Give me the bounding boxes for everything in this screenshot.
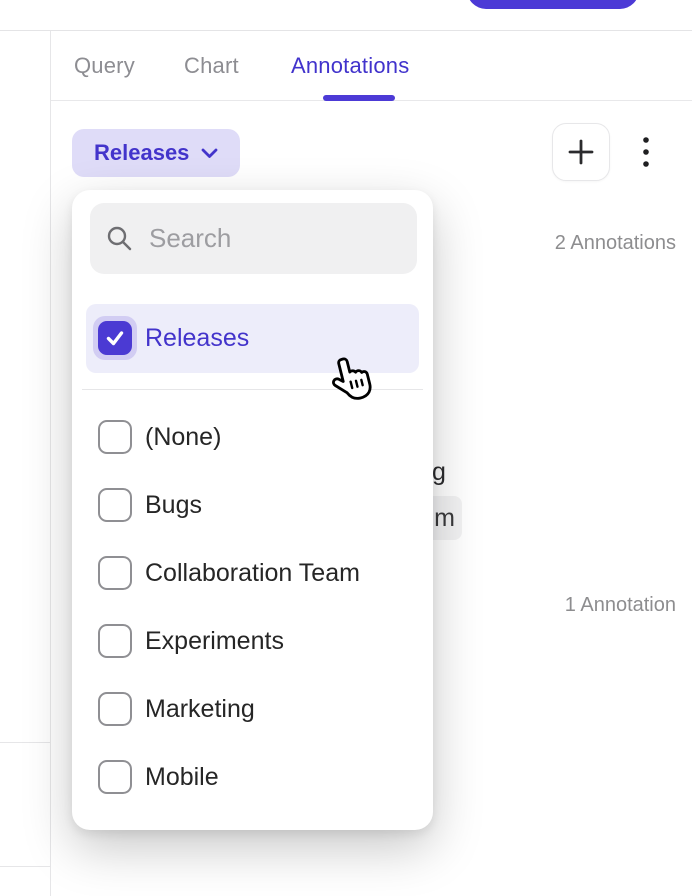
checkbox-unchecked[interactable]: [98, 556, 132, 590]
dropdown-divider: [82, 389, 423, 390]
left-rail-border: [50, 31, 51, 896]
checkmark-icon: [104, 327, 126, 349]
active-tab-indicator: [323, 95, 395, 101]
search-input[interactable]: [149, 223, 401, 254]
checkbox-unchecked[interactable]: [98, 488, 132, 522]
option-collaboration-team[interactable]: Collaboration Team: [86, 539, 419, 607]
option-bugs[interactable]: Bugs: [86, 471, 419, 539]
search-field[interactable]: [90, 203, 417, 274]
annotations-screen: Query Chart Annotations 2 Annotations 1 …: [0, 0, 692, 896]
filter-button-label: Releases: [94, 140, 189, 166]
checkbox-unchecked[interactable]: [98, 760, 132, 794]
releases-filter-button[interactable]: Releases: [72, 129, 240, 177]
clipped-background-text: g: [432, 458, 446, 487]
tab-query[interactable]: Query: [74, 31, 135, 101]
option-label: Marketing: [145, 675, 255, 743]
option-none[interactable]: (None): [86, 403, 419, 471]
tab-annotations[interactable]: Annotations: [291, 31, 409, 101]
option-label: Experiments: [145, 607, 284, 675]
checkbox-unchecked[interactable]: [98, 692, 132, 726]
annotation-count-bottom: 1 Annotation: [565, 594, 676, 617]
checkbox-unchecked[interactable]: [98, 420, 132, 454]
releases-dropdown-panel: Releases (None) Bugs Collaboration Team …: [72, 190, 433, 830]
tab-bar: Query Chart Annotations: [51, 31, 692, 101]
option-label: Releases: [145, 304, 249, 373]
option-marketing[interactable]: Marketing: [86, 675, 419, 743]
primary-action-button[interactable]: [467, 0, 639, 9]
option-label: Collaboration Team: [145, 539, 360, 607]
checkbox-halo: [93, 316, 137, 360]
option-label: (None): [145, 403, 221, 471]
tab-chart[interactable]: Chart: [184, 31, 239, 101]
add-annotation-button[interactable]: [552, 123, 610, 181]
left-rail-divider: [0, 742, 50, 743]
option-label: Mobile: [145, 743, 219, 811]
option-releases[interactable]: Releases: [86, 304, 419, 373]
chevron-down-icon: [201, 148, 218, 159]
plus-icon: [566, 137, 596, 167]
option-mobile[interactable]: Mobile: [86, 743, 419, 811]
more-options-button[interactable]: [630, 128, 662, 178]
option-experiments[interactable]: Experiments: [86, 607, 419, 675]
kebab-menu-icon: [642, 136, 650, 170]
checkbox-unchecked[interactable]: [98, 624, 132, 658]
left-rail-divider: [0, 866, 50, 867]
clipped-chip-text: m: [434, 496, 462, 540]
checkbox-checked[interactable]: [98, 321, 132, 355]
search-icon: [106, 225, 133, 252]
option-label: Bugs: [145, 471, 202, 539]
annotation-count-top: 2 Annotations: [555, 232, 676, 255]
